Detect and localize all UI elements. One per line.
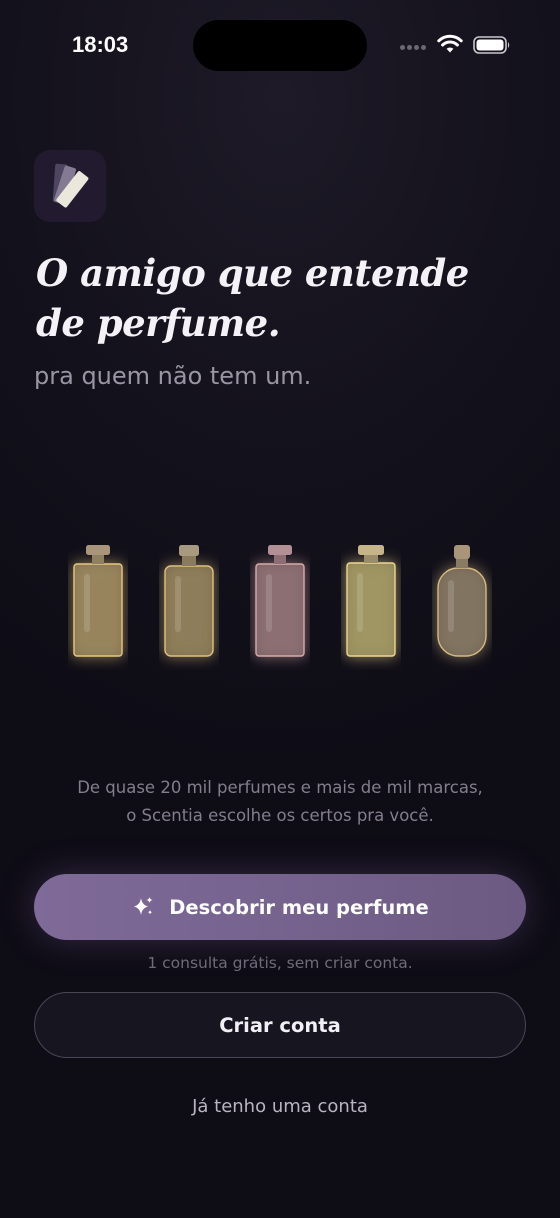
description: De quase 20 mil perfumes e mais de mil m… (0, 774, 560, 830)
battery-icon (473, 36, 510, 54)
create-account-label: Criar conta (219, 1013, 341, 1037)
cellular-signal-icon (400, 42, 428, 52)
description-line-1: De quase 20 mil perfumes e mais de mil m… (77, 778, 483, 797)
perfume-bottle-icon (437, 545, 487, 657)
headline: O amigo que entende de perfume. (36, 248, 516, 348)
sparkle-icon (134, 897, 153, 915)
login-link[interactable]: Já tenho uma conta (0, 1096, 560, 1117)
onboarding-screen: 18:03 O amigo que entende de perfume. pr… (0, 0, 560, 1218)
perfume-bottle-icon (255, 545, 305, 657)
status-time: 18:03 (72, 32, 129, 57)
description-line-2: o Scentia escolhe os certos pra você. (126, 806, 434, 825)
subtitle: pra quem não tem um. (34, 362, 312, 390)
app-logo (34, 150, 106, 222)
fan-deck-icon (52, 163, 89, 208)
perfume-bottle-icon (73, 545, 123, 657)
discover-perfume-button[interactable]: Descobrir meu perfume (34, 874, 526, 940)
perfume-bottle-icon (164, 545, 214, 657)
free-consultation-note: 1 consulta grátis, sem criar conta. (147, 954, 413, 972)
bottle-row (0, 530, 560, 680)
headline-line-1: O amigo que entende (36, 251, 469, 295)
status-bar: 18:03 (0, 0, 560, 90)
headline-line-2: de perfume. (36, 301, 281, 345)
dynamic-island (193, 20, 367, 71)
wifi-icon (437, 34, 463, 53)
discover-perfume-label: Descobrir meu perfume (169, 895, 429, 919)
create-account-button[interactable]: Criar conta (34, 992, 526, 1058)
perfume-bottle-icon (346, 545, 396, 657)
